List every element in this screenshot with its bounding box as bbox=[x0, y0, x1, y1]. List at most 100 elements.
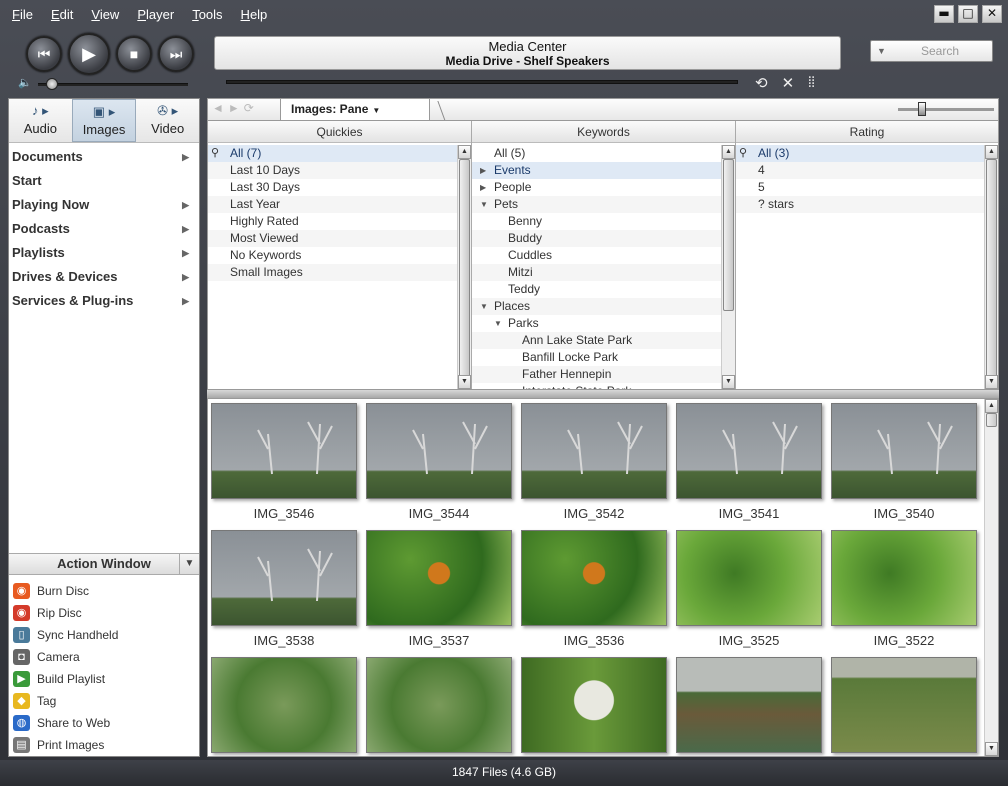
thumbnail-image[interactable] bbox=[831, 530, 977, 626]
scroll-down-icon[interactable]: ▼ bbox=[985, 742, 998, 756]
keyword-item[interactable]: ▼ Places bbox=[472, 298, 721, 315]
keyword-item[interactable]: Ann Lake State Park bbox=[472, 332, 721, 349]
action-window-header[interactable]: Action Window ▼ bbox=[9, 553, 199, 575]
rating-scrollbar[interactable]: ▲ ▼ bbox=[984, 145, 998, 389]
thumbnail-image[interactable] bbox=[521, 657, 667, 753]
menu-help[interactable]: Help bbox=[237, 5, 272, 24]
thumbnail-image[interactable] bbox=[676, 657, 822, 753]
thumbnail-image[interactable] bbox=[366, 657, 512, 753]
scroll-thumb[interactable] bbox=[986, 159, 997, 387]
list-item[interactable]: Last 10 Days bbox=[208, 162, 457, 179]
tab-images[interactable]: ▣ ▸ Images bbox=[71, 99, 137, 142]
scroll-up-icon[interactable]: ▲ bbox=[985, 145, 998, 159]
thumbnail-image[interactable] bbox=[366, 403, 512, 499]
keyword-item[interactable]: Father Hennepin bbox=[472, 366, 721, 383]
list-item[interactable]: 5 bbox=[736, 179, 984, 196]
thumbnail-item[interactable]: IMG_3541 bbox=[676, 403, 822, 521]
thumbnail-image[interactable] bbox=[211, 657, 357, 753]
scroll-thumb[interactable] bbox=[723, 159, 734, 311]
nav-item-documents[interactable]: Documents ▶ bbox=[9, 145, 199, 169]
keyword-item[interactable]: ▼ Pets bbox=[472, 196, 721, 213]
repeat-icon[interactable]: ⟲ bbox=[755, 74, 768, 92]
scroll-up-icon[interactable]: ▲ bbox=[458, 145, 471, 159]
keywords-header[interactable]: Keywords bbox=[472, 121, 735, 143]
action-build-playlist[interactable]: ▶ Build Playlist bbox=[9, 668, 199, 690]
keyword-item[interactable]: Teddy bbox=[472, 281, 721, 298]
view-tab-images-pane[interactable]: Images: Pane ▼ bbox=[280, 99, 430, 121]
menu-view[interactable]: View bbox=[87, 5, 123, 24]
thumbnail-size-slider[interactable] bbox=[898, 102, 994, 116]
menu-tools[interactable]: Tools bbox=[188, 5, 226, 24]
list-item[interactable]: 4 bbox=[736, 162, 984, 179]
keyword-item[interactable]: ▶ Events bbox=[472, 162, 721, 179]
tab-audio[interactable]: ♪ ▸ Audio bbox=[9, 99, 72, 142]
list-item[interactable]: Last Year bbox=[208, 196, 457, 213]
thumbnail-image[interactable] bbox=[211, 530, 357, 626]
chevron-down-icon[interactable]: ▼ bbox=[179, 554, 199, 574]
expand-down-icon[interactable]: ▼ bbox=[494, 315, 502, 332]
action-camera[interactable]: ◘ Camera bbox=[9, 646, 199, 668]
thumbnail-image[interactable] bbox=[676, 530, 822, 626]
thumbnail-scrollbar[interactable]: ▲ ▼ bbox=[984, 399, 998, 756]
thumbnail-item[interactable]: IMG_3544 bbox=[366, 403, 512, 521]
action-share-to-web[interactable]: ◍ Share to Web bbox=[9, 712, 199, 734]
shuffle-icon[interactable]: ✕ bbox=[782, 74, 795, 92]
keyword-item[interactable]: ▶ People bbox=[472, 179, 721, 196]
thumbnail-image[interactable] bbox=[831, 657, 977, 753]
seek-bar[interactable] bbox=[226, 80, 738, 84]
previous-track-button[interactable]: ⏮ bbox=[26, 36, 62, 72]
search-dropdown-icon[interactable]: ▼ bbox=[877, 41, 886, 61]
action-rip-disc[interactable]: ◉ Rip Disc bbox=[9, 602, 199, 624]
scroll-down-icon[interactable]: ▼ bbox=[458, 375, 471, 389]
pane-splitter[interactable] bbox=[207, 390, 999, 398]
scroll-thumb[interactable] bbox=[459, 159, 470, 387]
next-track-button[interactable]: ⏭ bbox=[158, 36, 194, 72]
list-item[interactable]: Highly Rated bbox=[208, 213, 457, 230]
rating-header[interactable]: Rating bbox=[736, 121, 998, 143]
thumbnail-item[interactable]: IMG_3538 bbox=[211, 530, 357, 648]
speaker-icon[interactable]: 🔈 bbox=[18, 76, 32, 89]
nav-item-drives-devices[interactable]: Drives & Devices ▶ bbox=[9, 265, 199, 289]
keyword-item[interactable]: Banfill Locke Park bbox=[472, 349, 721, 366]
maximize-button[interactable]: □ bbox=[958, 5, 978, 23]
keyword-item[interactable]: ▼ Parks bbox=[472, 315, 721, 332]
thumbnail-image[interactable] bbox=[211, 403, 357, 499]
expand-down-icon[interactable]: ▼ bbox=[480, 298, 488, 315]
thumbnail-image[interactable] bbox=[521, 530, 667, 626]
play-button[interactable]: ▶ bbox=[68, 33, 110, 75]
thumbnail-image[interactable] bbox=[521, 403, 667, 499]
close-button[interactable]: ✕ bbox=[982, 5, 1002, 23]
list-item[interactable]: ⚲ All (7) bbox=[208, 145, 457, 162]
scroll-up-icon[interactable]: ▲ bbox=[722, 145, 735, 159]
keyword-item[interactable]: Interstate State Park bbox=[472, 383, 721, 389]
quickies-header[interactable]: Quickies bbox=[208, 121, 471, 143]
list-item[interactable]: Most Viewed bbox=[208, 230, 457, 247]
thumbnail-item[interactable] bbox=[211, 657, 357, 756]
list-item[interactable]: Small Images bbox=[208, 264, 457, 281]
thumbnail-item[interactable]: IMG_3536 bbox=[521, 530, 667, 648]
thumbnail-image[interactable] bbox=[366, 530, 512, 626]
thumbnail-item[interactable] bbox=[366, 657, 512, 756]
list-item[interactable]: ? stars bbox=[736, 196, 984, 213]
keyword-item[interactable]: Benny bbox=[472, 213, 721, 230]
thumbnail-item[interactable]: IMG_3542 bbox=[521, 403, 667, 521]
scroll-down-icon[interactable]: ▼ bbox=[985, 375, 998, 389]
thumbnail-item[interactable] bbox=[521, 657, 667, 756]
thumbnail-item[interactable]: IMG_3546 bbox=[211, 403, 357, 521]
thumbnail-image[interactable] bbox=[676, 403, 822, 499]
nav-item-podcasts[interactable]: Podcasts ▶ bbox=[9, 217, 199, 241]
nav-item-services-plug-ins[interactable]: Services & Plug-ins ▶ bbox=[9, 289, 199, 313]
keyword-item[interactable]: Mitzi bbox=[472, 264, 721, 281]
action-print-images[interactable]: ▤ Print Images bbox=[9, 734, 199, 756]
tab-video[interactable]: ✇ ▸ Video bbox=[136, 99, 199, 142]
keyword-item[interactable]: Cuddles bbox=[472, 247, 721, 264]
action-sync-handheld[interactable]: ▯ Sync Handheld bbox=[9, 624, 199, 646]
action-burn-disc[interactable]: ◉ Burn Disc bbox=[9, 580, 199, 602]
menu-edit[interactable]: Edit bbox=[47, 5, 77, 24]
keywords-scrollbar[interactable]: ▲ ▼ bbox=[721, 145, 735, 389]
nav-item-playing-now[interactable]: Playing Now ▶ bbox=[9, 193, 199, 217]
nav-item-playlists[interactable]: Playlists ▶ bbox=[9, 241, 199, 265]
search-input[interactable]: ▼ Search bbox=[870, 40, 993, 62]
equalizer-icon[interactable]: ⦙⦙ bbox=[808, 74, 815, 92]
stop-button[interactable]: ■ bbox=[116, 36, 152, 72]
